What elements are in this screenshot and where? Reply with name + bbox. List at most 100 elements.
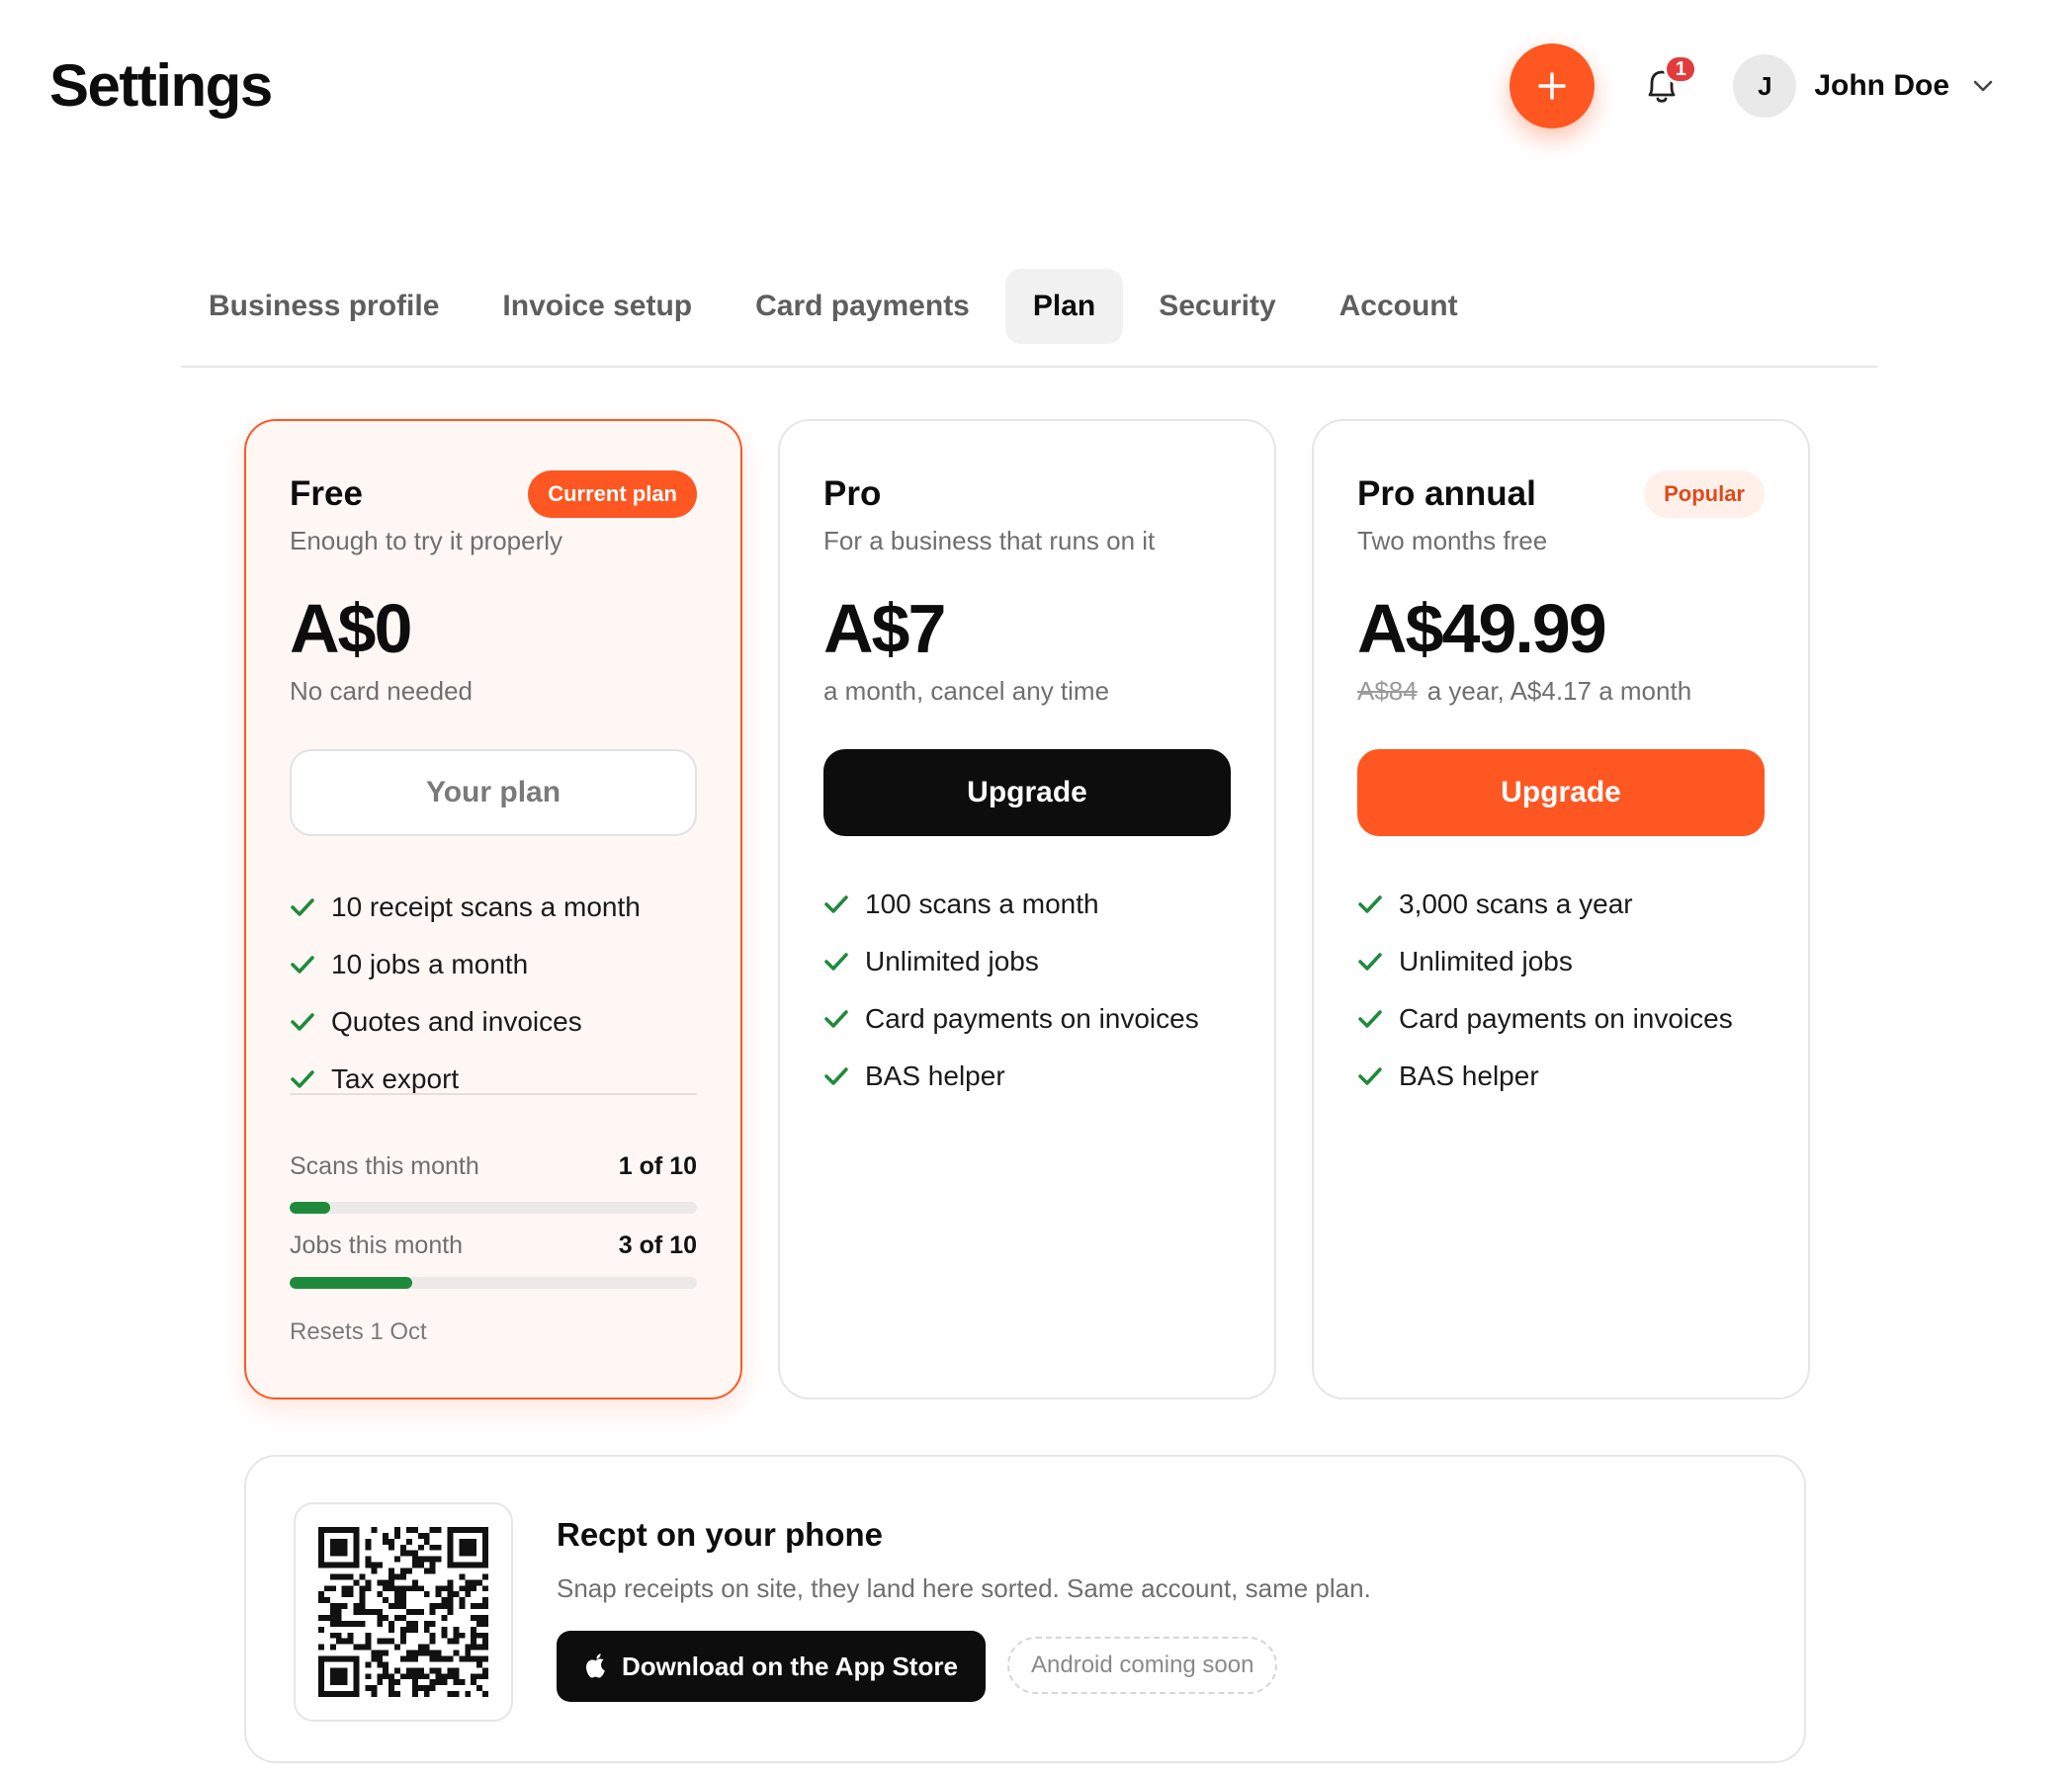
check-icon <box>1357 893 1399 915</box>
plan-card-header: Pro annual Popular <box>1357 468 1765 520</box>
tab-plan[interactable]: Plan <box>1004 269 1124 344</box>
upgrade-pro-annual-button[interactable]: Upgrade <box>1357 749 1765 836</box>
plan-price: A$7 <box>823 590 946 667</box>
plan-card-free: Free Current plan Enough to try it prope… <box>244 419 742 1399</box>
promo-description: Snap receipts on site, they land here so… <box>557 1573 1371 1603</box>
feature-label: 3,000 scans a year <box>1399 889 1633 919</box>
feature-item: Quotes and invoices <box>290 993 697 1051</box>
feature-label: Unlimited jobs <box>865 946 1039 976</box>
plan-features: 100 scans a month Unlimited jobs Card pa… <box>823 876 1231 1105</box>
plan-card-header: Free Current plan <box>290 468 697 520</box>
feature-item: Unlimited jobs <box>823 933 1231 990</box>
feature-label: 100 scans a month <box>865 889 1099 919</box>
usage-label: Jobs this month <box>290 1231 464 1259</box>
usage-label: Scans this month <box>290 1152 479 1180</box>
tabs-divider <box>181 366 1877 368</box>
check-icon <box>290 1011 331 1033</box>
upgrade-pro-button[interactable]: Upgrade <box>823 749 1231 836</box>
chevron-down-icon <box>1973 80 1993 92</box>
user-name[interactable]: John Doe <box>1814 69 1949 103</box>
check-icon <box>1357 1065 1399 1087</box>
check-icon <box>823 893 865 915</box>
mobile-app-promo: Recpt on your phone Snap receipts on sit… <box>244 1455 1806 1763</box>
feature-label: Card payments on invoices <box>1399 1003 1733 1034</box>
tab-card-payments[interactable]: Card payments <box>728 269 997 344</box>
usage-jobs: Jobs this month 3 of 10 <box>290 1231 697 1260</box>
usage-divider <box>290 1093 697 1095</box>
add-button[interactable] <box>1510 43 1596 128</box>
avatar[interactable]: J <box>1733 54 1797 118</box>
plan-price-note: No card needed <box>290 676 474 706</box>
tab-invoice-setup[interactable]: Invoice setup <box>475 269 720 344</box>
android-coming-soon: Android coming soon <box>1007 1637 1278 1694</box>
feature-item: Card payments on invoices <box>1357 990 1765 1048</box>
popular-badge: Popular <box>1644 470 1765 518</box>
plan-name: Pro annual <box>1357 474 1536 513</box>
check-icon <box>290 896 331 918</box>
your-plan-button[interactable]: Your plan <box>290 749 697 836</box>
plan-card-header: Pro <box>823 468 1231 520</box>
plan-price-note: A$84 a year, A$4.17 a month <box>1357 676 1691 707</box>
feature-item: 100 scans a month <box>823 876 1231 933</box>
plus-icon <box>1538 72 1567 100</box>
check-icon <box>290 954 331 975</box>
settings-tabs: Business profile Invoice setup Card paym… <box>181 269 1494 344</box>
jobs-progress-fill <box>290 1277 412 1289</box>
promo-title: Recpt on your phone <box>557 1516 883 1553</box>
feature-item: Card payments on invoices <box>823 990 1231 1048</box>
plan-name: Pro <box>823 474 882 513</box>
notification-badge: 1 <box>1664 54 1698 84</box>
app-store-button[interactable]: Download on the App Store <box>557 1631 986 1702</box>
current-plan-badge: Current plan <box>528 470 697 518</box>
feature-item: 10 receipt scans a month <box>290 879 697 936</box>
plan-tagline: For a business that runs on it <box>823 526 1156 555</box>
feature-label: Quotes and invoices <box>331 1006 582 1037</box>
price-note-text: a year, A$4.17 a month <box>1426 676 1692 706</box>
plan-tagline: Two months free <box>1357 526 1548 555</box>
usage-scans: Scans this month 1 of 10 <box>290 1152 697 1181</box>
feature-label: Tax export <box>331 1063 460 1094</box>
notifications-button[interactable]: 1 <box>1634 54 1698 114</box>
plan-features: 10 receipt scans a month 10 jobs a month… <box>290 879 697 1108</box>
feature-label: BAS helper <box>865 1060 1005 1091</box>
usage-value: 3 of 10 <box>618 1231 697 1259</box>
tab-account[interactable]: Account <box>1312 269 1486 344</box>
feature-item: BAS helper <box>823 1048 1231 1105</box>
tab-security[interactable]: Security <box>1131 269 1303 344</box>
jobs-progress-bar <box>290 1277 697 1289</box>
feature-item: Unlimited jobs <box>1357 933 1765 990</box>
plan-card-pro-annual: Pro annual Popular Two months free A$49.… <box>1312 419 1810 1399</box>
apple-icon <box>584 1652 608 1680</box>
feature-item: Tax export <box>290 1051 697 1108</box>
feature-label: 10 receipt scans a month <box>331 891 641 922</box>
scans-progress-fill <box>290 1202 331 1214</box>
user-menu-toggle[interactable] <box>1971 78 1995 94</box>
feature-label: 10 jobs a month <box>331 949 529 979</box>
feature-item: 10 jobs a month <box>290 936 697 993</box>
page-title: Settings <box>49 52 273 119</box>
check-icon <box>823 951 865 973</box>
check-icon <box>290 1068 331 1090</box>
old-price: A$84 <box>1357 676 1418 706</box>
qr-code <box>294 1502 513 1722</box>
tab-business-profile[interactable]: Business profile <box>181 269 467 344</box>
plan-price-note: a month, cancel any time <box>823 676 1110 706</box>
check-icon <box>1357 1008 1399 1030</box>
plan-features: 3,000 scans a year Unlimited jobs Card p… <box>1357 876 1765 1105</box>
feature-item: BAS helper <box>1357 1048 1765 1105</box>
qr-code-icon <box>318 1527 488 1697</box>
scans-progress-bar <box>290 1202 697 1214</box>
plan-name: Free <box>290 474 363 513</box>
plan-price: A$0 <box>290 590 412 667</box>
plan-card-pro: Pro For a business that runs on it A$7 a… <box>778 419 1276 1399</box>
header-actions: 1 J John Doe <box>1510 43 1995 128</box>
feature-label: BAS helper <box>1399 1060 1539 1091</box>
check-icon <box>1357 951 1399 973</box>
check-icon <box>823 1008 865 1030</box>
feature-label: Unlimited jobs <box>1399 946 1573 976</box>
app-store-label: Download on the App Store <box>622 1651 958 1681</box>
feature-item: 3,000 scans a year <box>1357 876 1765 933</box>
plan-price: A$49.99 <box>1357 590 1607 667</box>
usage-reset-note: Resets 1 Oct <box>290 1318 427 1345</box>
plan-tagline: Enough to try it properly <box>290 526 563 555</box>
